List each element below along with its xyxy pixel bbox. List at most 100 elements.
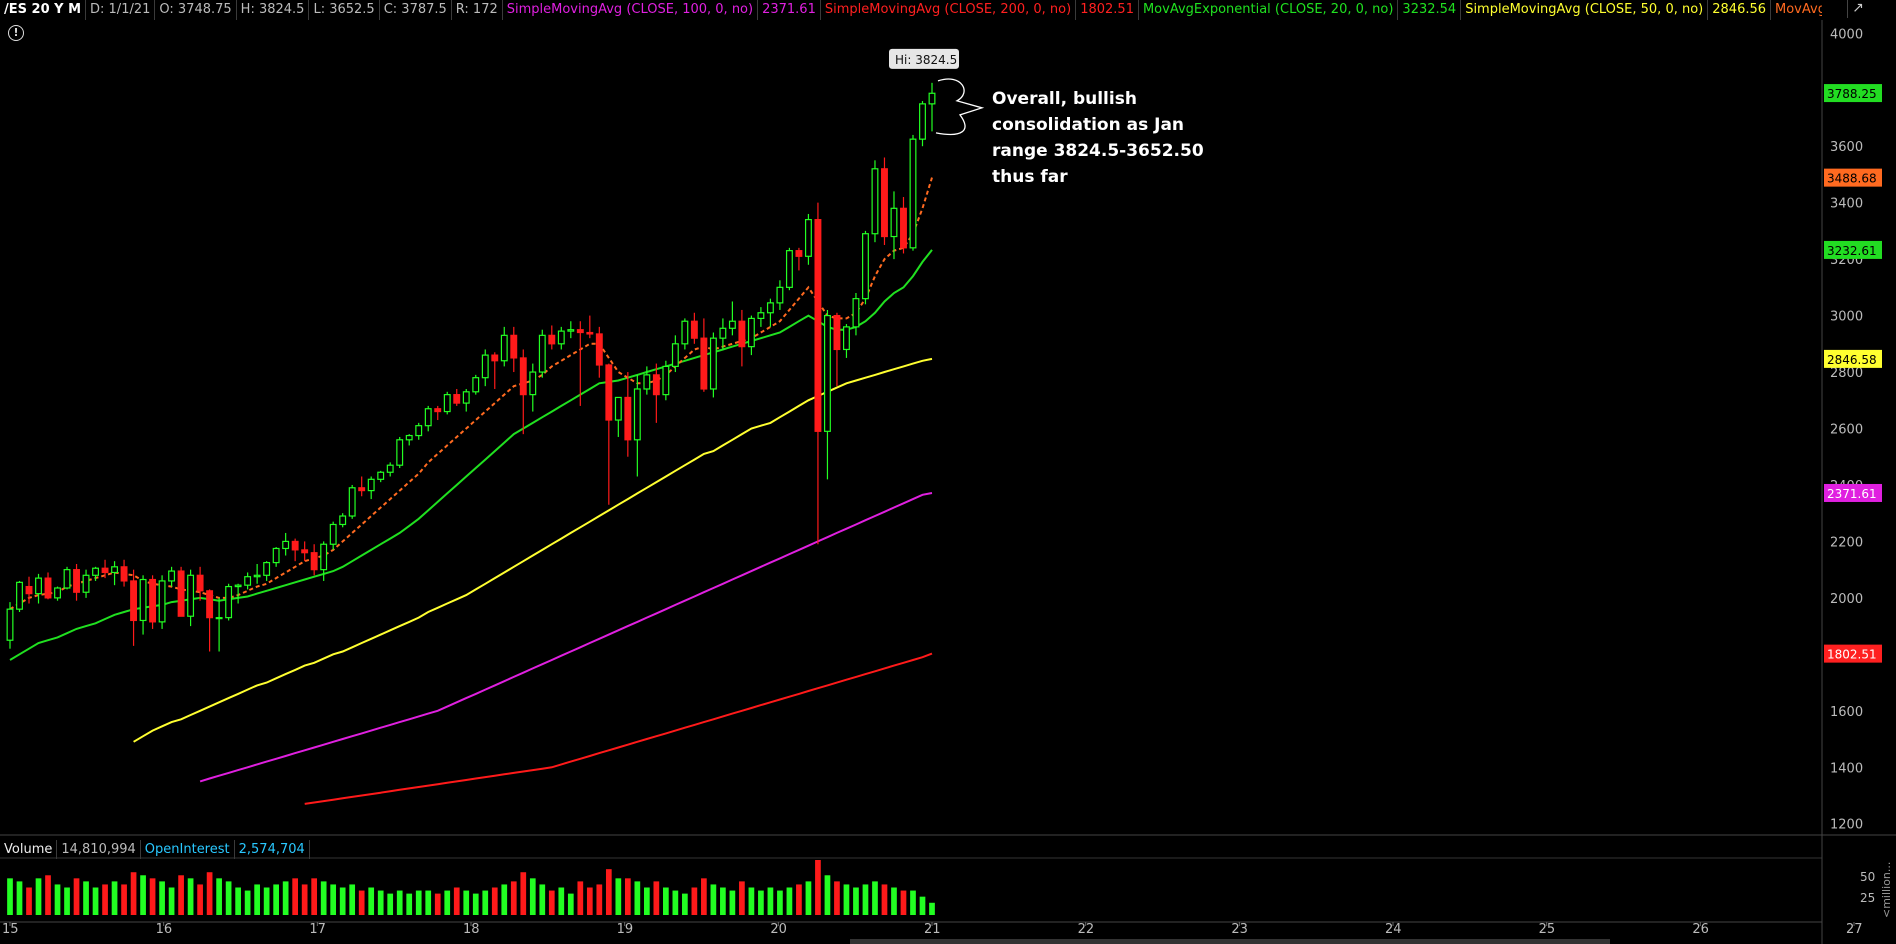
volume-bar <box>881 884 888 915</box>
volume-bar <box>539 884 546 915</box>
volume-bar <box>577 881 584 915</box>
volume-header: Volume 14,810,994 OpenInterest 2,574,704 <box>0 840 310 859</box>
hi-label-text: Hi: 3824.5 <box>895 53 957 67</box>
candle-body <box>348 487 356 517</box>
x-tick-label: 22 <box>1078 922 1095 937</box>
volume-bar <box>710 884 717 915</box>
candle-body <box>586 331 594 335</box>
volume-bar <box>273 884 279 915</box>
candle-body <box>538 334 546 373</box>
candle-body <box>690 320 698 339</box>
y-tick-label: 2800 <box>1830 366 1863 381</box>
volume-bar <box>910 890 916 915</box>
candle-body <box>548 334 556 345</box>
volume-bar <box>102 884 108 915</box>
candle-body <box>301 549 309 554</box>
volume-bar <box>292 878 299 915</box>
candle-body <box>462 391 470 404</box>
volume-bar <box>491 887 498 915</box>
volume-bar <box>739 881 745 915</box>
volume-bar <box>748 887 755 915</box>
volume-bar <box>558 887 565 915</box>
candle-body <box>92 567 99 576</box>
candle-body <box>329 523 337 545</box>
volume-bar <box>330 884 337 915</box>
candle-body <box>700 337 708 390</box>
candle-body <box>728 320 736 329</box>
volume-bar <box>853 887 859 915</box>
candle-body <box>16 581 23 610</box>
volume-bar <box>16 881 23 915</box>
volume-bar <box>605 869 612 915</box>
ema8-line <box>9 177 933 611</box>
candle-body <box>120 566 128 582</box>
x-tick-label: 23 <box>1231 922 1248 937</box>
y-tick-label: 3400 <box>1830 197 1863 212</box>
candle-body <box>852 298 860 328</box>
volume-tick-label: 50 <box>1860 870 1875 884</box>
volume-bar <box>263 887 270 915</box>
candle-body <box>310 552 318 571</box>
candle-body <box>177 570 185 617</box>
volume-bar <box>396 890 403 915</box>
price-badge-text-2: 3232.61 <box>1827 244 1877 258</box>
candle-body <box>519 357 527 396</box>
candle-body <box>928 92 936 105</box>
volume-bar <box>92 887 99 915</box>
candle-body <box>82 574 90 593</box>
candle-body <box>719 327 727 339</box>
volume-bar <box>111 881 118 915</box>
volume-bar <box>425 890 432 915</box>
candle-body <box>196 574 204 592</box>
volume-unit-label: <million... <box>1880 861 1893 918</box>
candle-body <box>529 371 537 396</box>
candle-body <box>662 365 670 396</box>
volume-bar <box>235 887 241 915</box>
price-chart[interactable]: 1200140016001800200022002400260028003000… <box>0 0 1896 944</box>
volume-bar <box>482 890 489 915</box>
candle-body <box>339 515 347 526</box>
candle-body <box>614 396 622 421</box>
volume-bar <box>653 881 660 915</box>
ema20-line <box>9 249 933 661</box>
candle-body <box>871 168 879 235</box>
volume-bar <box>73 878 80 915</box>
candle-body <box>881 168 888 238</box>
volume-bar <box>45 875 51 915</box>
volume-bar <box>7 878 13 915</box>
volume-bar <box>682 893 688 915</box>
volume-bar <box>701 878 707 915</box>
price-badge-text-3: 2846.58 <box>1827 353 1877 367</box>
time-scrollbar[interactable] <box>850 939 1610 944</box>
volume-bar <box>596 884 603 915</box>
volume-bar <box>339 887 346 915</box>
price-badge-text-4: 2371.61 <box>1827 487 1877 501</box>
candle-body <box>168 570 176 582</box>
volume-bar <box>178 875 184 915</box>
candle-body <box>253 574 261 578</box>
annotation-bracket <box>935 78 985 136</box>
volume-bar <box>843 884 850 915</box>
volume-bar <box>26 887 32 915</box>
candle-body <box>73 569 80 593</box>
volume-bar <box>767 887 774 915</box>
volume-bar <box>815 860 821 915</box>
sma50-line <box>133 357 933 743</box>
candle-body <box>900 207 907 249</box>
y-tick-label: 4000 <box>1830 27 1863 42</box>
candle-body <box>206 590 214 619</box>
volume-bar <box>453 887 460 915</box>
volume-bar <box>919 896 926 915</box>
volume-bar <box>824 875 831 915</box>
volume-bar <box>349 884 356 915</box>
volume-bar <box>406 893 413 915</box>
candle-body <box>405 434 413 441</box>
volume-bar <box>197 884 203 915</box>
volume-bar <box>216 878 222 915</box>
candle-body <box>320 543 328 571</box>
x-tick-label: 26 <box>1692 922 1709 937</box>
candle-body <box>862 233 869 300</box>
candle-body <box>234 584 242 588</box>
candle-body <box>472 377 480 393</box>
volume-bar <box>872 881 878 915</box>
